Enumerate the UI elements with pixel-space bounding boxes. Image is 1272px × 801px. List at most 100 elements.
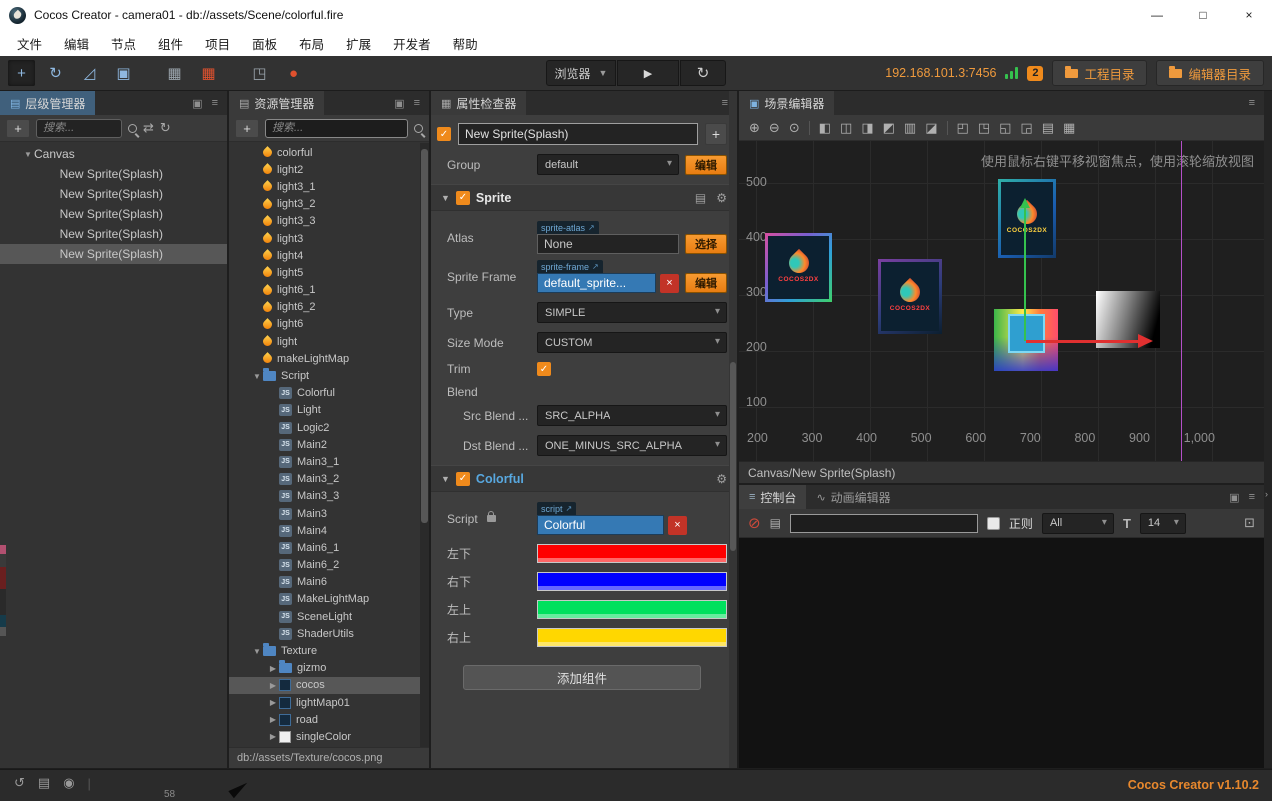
distribute-top-icon[interactable]: ◲ — [1020, 120, 1032, 136]
menu-item[interactable]: 布局 — [288, 30, 335, 56]
expand-arrow-icon[interactable]: ▼ — [22, 150, 34, 159]
expand-arrow-icon[interactable]: ▶ — [267, 715, 279, 724]
asset-row[interactable]: Main6_2 — [229, 557, 429, 574]
gizmo-y-axis-arrow[interactable] — [1024, 207, 1026, 341]
asset-row[interactable]: Logic2 — [229, 419, 429, 436]
asset-row[interactable]: SceneLight — [229, 608, 429, 625]
node-active-checkbox[interactable] — [437, 127, 451, 141]
clear-script-button[interactable]: × — [668, 516, 687, 535]
hierarchy-node-row[interactable]: New Sprite(Splash) — [0, 244, 227, 264]
color-swatch[interactable] — [537, 600, 727, 619]
panel-menu-icon[interactable]: ≡ — [1249, 97, 1255, 109]
eye-icon[interactable]: ◉ — [63, 775, 74, 791]
sprite-cocos-splash-1[interactable]: COCOS2DX — [765, 233, 832, 302]
size-mode-select[interactable]: CUSTOM — [537, 332, 727, 353]
hierarchy-search-input[interactable] — [36, 119, 122, 138]
distribute-right-icon[interactable]: ◳ — [978, 120, 990, 136]
atlas-select-button[interactable]: 选择 — [685, 234, 727, 254]
src-blend-select[interactable]: SRC_ALPHA — [537, 405, 727, 426]
zoom-reset-icon[interactable]: ⊙ — [789, 120, 800, 136]
expand-arrow-icon[interactable]: ▼ — [251, 647, 263, 656]
sprite-blue-square[interactable] — [1008, 314, 1045, 353]
console-filter-input[interactable] — [790, 514, 978, 533]
menu-item[interactable]: 组件 — [147, 30, 194, 56]
asset-row[interactable]: light6_1 — [229, 282, 429, 299]
asset-row[interactable]: ▶ gizmo — [229, 660, 429, 677]
tab-scene[interactable]: ▣ 场景编辑器 — [739, 91, 834, 115]
canvas-resize-tool[interactable]: ◳ — [246, 60, 273, 86]
tab-animation-editor[interactable]: ∿ 动画编辑器 — [806, 485, 900, 509]
zoom-out-icon[interactable]: ⊖ — [769, 120, 780, 136]
help-doc-icon[interactable]: ▤ — [695, 191, 706, 205]
asset-row[interactable]: Main3_3 — [229, 488, 429, 505]
popout-icon[interactable]: ⊡ — [1244, 515, 1255, 531]
add-button[interactable]: + — [705, 123, 727, 145]
console-output[interactable] — [739, 538, 1264, 768]
asset-row[interactable]: makeLightMap — [229, 350, 429, 367]
clear-sprite-frame-button[interactable]: × — [660, 274, 679, 293]
asset-row[interactable]: light4 — [229, 247, 429, 264]
move-gizmo-tool[interactable]: + — [8, 60, 35, 86]
tab-hierarchy[interactable]: ▤ 层级管理器 — [0, 91, 95, 115]
separator[interactable] — [809, 121, 810, 135]
tab-console[interactable]: ≡ 控制台 — [739, 485, 806, 509]
inspector-scrollbar[interactable] — [729, 91, 737, 768]
script-value-field[interactable]: Colorful — [537, 515, 664, 535]
gizmo-x-axis-arrow[interactable] — [1026, 340, 1138, 343]
expand-arrow-icon[interactable]: ▶ — [267, 698, 279, 707]
project-dir-button[interactable]: 工程目录 — [1052, 60, 1147, 86]
toolbar-gap[interactable] — [144, 60, 154, 86]
expand-arrow-icon[interactable]: ▼ — [251, 372, 263, 381]
align-middle-icon[interactable]: ▥ — [904, 120, 916, 136]
menu-item[interactable]: 扩展 — [335, 30, 382, 56]
group-select[interactable]: default — [537, 154, 679, 175]
menu-item[interactable]: 节点 — [100, 30, 147, 56]
expand-arrow-icon[interactable]: ▶ — [267, 681, 279, 690]
asset-row[interactable]: ▶ singleColor — [229, 728, 429, 745]
distribute-left-icon[interactable]: ◰ — [957, 120, 969, 136]
zoom-in-icon[interactable]: ⊕ — [749, 120, 760, 136]
dock-icon[interactable]: ▣ — [1229, 491, 1239, 504]
add-component-button[interactable]: 添加组件 — [463, 665, 701, 690]
preview-target-select[interactable]: 浏览器▼ — [546, 60, 616, 86]
clear-console-icon[interactable]: ⊘ — [748, 516, 761, 531]
align-center-horizontal-icon[interactable]: ◫ — [840, 120, 852, 136]
hierarchy-node-row[interactable]: New Sprite(Splash) — [0, 204, 227, 224]
preview-record-tool[interactable]: ● — [280, 60, 307, 86]
asset-row[interactable]: Main3 — [229, 505, 429, 522]
tab-assets[interactable]: ▤ 资源管理器 — [229, 91, 324, 115]
asset-row[interactable]: colorful — [229, 144, 429, 161]
type-select[interactable]: SIMPLE — [537, 302, 727, 323]
tile-brush-tool[interactable]: ▦ — [195, 60, 222, 86]
asset-row[interactable]: Colorful — [229, 385, 429, 402]
trim-checkbox[interactable] — [537, 362, 551, 376]
hierarchy-node-row[interactable]: New Sprite(Splash) — [0, 184, 227, 204]
asset-row[interactable]: ▶ cocos — [229, 677, 429, 694]
minimize-button[interactable]: — — [1134, 0, 1180, 30]
asset-row[interactable]: ▶ lightMap01 — [229, 694, 429, 711]
align-top-icon[interactable]: ◩ — [883, 120, 895, 136]
asset-row[interactable]: ▶ road — [229, 711, 429, 728]
scrollbar-thumb[interactable] — [730, 362, 736, 552]
asset-row[interactable]: ▼ Script — [229, 367, 429, 384]
menu-item[interactable]: 编辑 — [53, 30, 100, 56]
panel-menu-icon[interactable]: ≡ — [414, 97, 420, 109]
panel-menu-icon[interactable]: ≡ — [212, 97, 218, 109]
group-edit-button[interactable]: 编辑 — [685, 155, 727, 175]
expand-arrow-icon[interactable]: ▶ — [267, 732, 279, 741]
refresh-icon[interactable]: ↻ — [160, 120, 171, 136]
regex-checkbox[interactable] — [987, 517, 1000, 530]
distribute-bottom-icon[interactable]: ◱ — [999, 120, 1011, 136]
asset-row[interactable]: light3 — [229, 230, 429, 247]
editor-dir-button[interactable]: 编辑器目录 — [1156, 60, 1264, 86]
rect-gizmo-tool[interactable]: ▣ — [110, 60, 137, 86]
play-button[interactable]: ▶ — [617, 60, 679, 86]
refresh-button[interactable]: ↻ — [680, 60, 726, 86]
node-name-input[interactable] — [458, 123, 698, 145]
sprite-cocos-splash-3[interactable]: COCOS2DX — [998, 179, 1056, 258]
same-size-icon[interactable]: ▤ — [1042, 120, 1054, 136]
sprite-frame-edit-button[interactable]: 编辑 — [685, 273, 727, 293]
asset-row[interactable]: Main6 — [229, 574, 429, 591]
dst-blend-select[interactable]: ONE_MINUS_SRC_ALPHA — [537, 435, 727, 456]
maximize-button[interactable]: □ — [1180, 0, 1226, 30]
